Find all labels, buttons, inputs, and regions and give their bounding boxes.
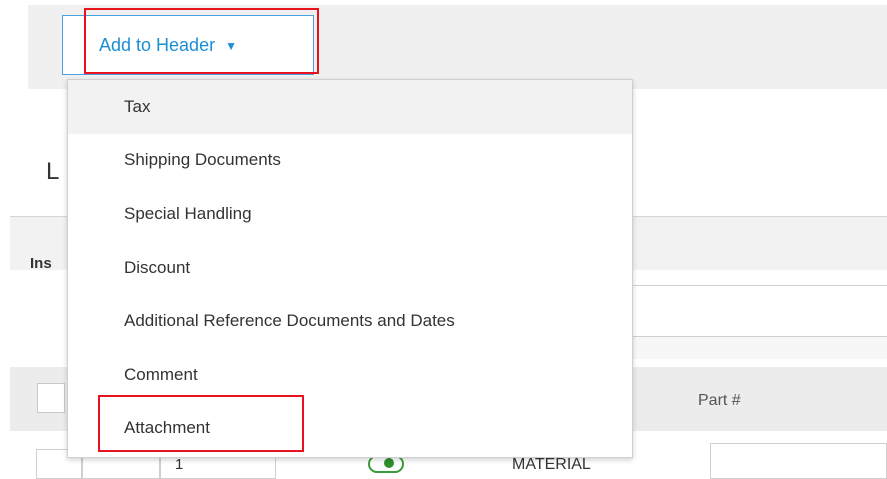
material-type-text: MATERIAL: [512, 456, 591, 473]
input-row[interactable]: [632, 285, 887, 337]
menu-item-discount[interactable]: Discount: [68, 241, 632, 295]
section-title: L: [46, 158, 60, 185]
add-to-header-label: Add to Header: [99, 34, 216, 55]
add-to-header-dropdown: Tax Shipping Documents Special Handling …: [67, 79, 633, 458]
menu-item-label: Shipping Documents: [124, 150, 281, 170]
select-all-checkbox[interactable]: [37, 383, 65, 413]
insert-label: Ins: [30, 255, 52, 272]
part-number-input[interactable]: [710, 443, 887, 479]
menu-item-additional-reference-documents[interactable]: Additional Reference Documents and Dates: [68, 294, 632, 348]
part-number-column-header: Part #: [698, 392, 741, 409]
menu-item-tax[interactable]: Tax: [68, 80, 632, 134]
menu-item-label: Comment: [124, 364, 198, 384]
menu-item-comment[interactable]: Comment: [68, 348, 632, 402]
menu-item-label: Attachment: [124, 418, 210, 438]
menu-item-attachment[interactable]: Attachment: [68, 402, 632, 456]
caret-down-icon: ▼: [225, 39, 237, 53]
menu-item-shipping-documents[interactable]: Shipping Documents: [68, 134, 632, 188]
menu-item-special-handling[interactable]: Special Handling: [68, 187, 632, 241]
menu-item-label: Additional Reference Documents and Dates: [124, 311, 455, 331]
menu-item-label: Discount: [124, 257, 191, 277]
menu-item-label: Tax: [124, 96, 151, 116]
menu-item-label: Special Handling: [124, 203, 252, 223]
row-spacer: [632, 337, 887, 359]
add-to-header-button[interactable]: Add to Header ▼: [62, 15, 314, 75]
